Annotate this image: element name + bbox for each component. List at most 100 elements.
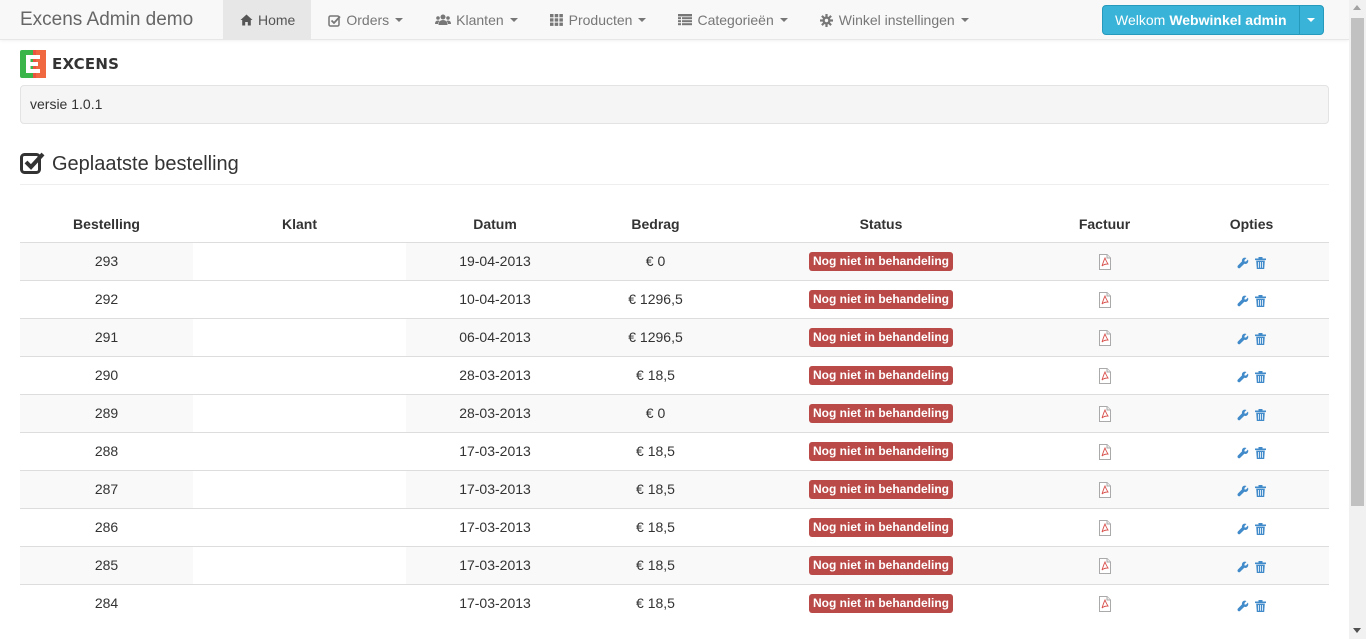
trash-icon[interactable]	[1254, 256, 1266, 270]
pdf-icon[interactable]	[1098, 557, 1111, 574]
order-datum: 17-03-2013	[406, 583, 584, 622]
col-header-bestelling[interactable]: Bestelling	[20, 204, 193, 243]
order-factuur-cell	[1035, 393, 1174, 432]
order-bedrag: € 0	[584, 241, 727, 280]
order-factuur-cell	[1035, 507, 1174, 546]
wrench-icon[interactable]	[1237, 370, 1249, 383]
order-datum: 06-04-2013	[406, 317, 584, 356]
wrench-icon[interactable]	[1237, 294, 1249, 307]
scroll-up-icon[interactable]	[1353, 5, 1361, 10]
main-nav: Home Orders Klanten Producten Categorieë…	[223, 0, 985, 40]
nav-klanten[interactable]: Klanten	[419, 0, 533, 40]
user-welcome[interactable]: Welkom Webwinkel admin	[1103, 6, 1299, 34]
col-header-klant[interactable]: Klant	[193, 204, 406, 243]
nav-winkel-instellingen[interactable]: Winkel instellingen	[804, 0, 985, 40]
table-row[interactable]: 285 17-03-2013 € 18,5 Nog niet in behandeli…	[20, 545, 1329, 584]
col-header-bedrag[interactable]: Bedrag	[584, 204, 727, 243]
table-row[interactable]: 292 10-04-2013 € 1296,5 Nog niet in behande…	[20, 279, 1329, 318]
pdf-icon[interactable]	[1098, 291, 1111, 308]
pdf-icon[interactable]	[1098, 405, 1111, 422]
status-badge: Nog niet in behandeling	[809, 289, 953, 309]
trash-icon[interactable]	[1254, 370, 1266, 384]
trash-icon[interactable]	[1254, 332, 1266, 346]
app-title[interactable]: Excens Admin demo	[20, 9, 193, 31]
vertical-scrollbar[interactable]	[1349, 0, 1366, 639]
order-bedrag: € 18,5	[584, 545, 727, 584]
wrench-icon[interactable]	[1237, 522, 1249, 535]
status-badge: Nog niet in behandeling	[809, 517, 953, 537]
wrench-icon[interactable]	[1237, 446, 1249, 459]
order-bedrag: € 18,5	[584, 469, 727, 508]
table-row[interactable]: 288 17-03-2013 € 18,5 Nog niet in behandeli…	[20, 431, 1329, 470]
col-header-status[interactable]: Status	[727, 204, 1035, 243]
order-status-cell: Nog niet in behandeling	[727, 355, 1035, 394]
wrench-icon[interactable]	[1237, 408, 1249, 421]
pdf-icon[interactable]	[1098, 443, 1111, 460]
order-factuur-cell	[1035, 431, 1174, 470]
pdf-icon[interactable]	[1098, 367, 1111, 384]
pdf-icon[interactable]	[1098, 519, 1111, 536]
status-badge: Nog niet in behandeling	[809, 593, 953, 613]
chevron-down-icon	[779, 18, 788, 22]
order-klant	[193, 317, 406, 356]
trash-icon[interactable]	[1254, 522, 1266, 536]
nav-home[interactable]: Home	[223, 0, 312, 40]
nav-orders[interactable]: Orders	[311, 0, 419, 40]
trash-icon[interactable]	[1254, 294, 1266, 308]
order-id: 284	[20, 583, 193, 622]
order-klant	[193, 469, 406, 508]
wrench-icon[interactable]	[1237, 560, 1249, 573]
wrench-icon[interactable]	[1237, 599, 1249, 611]
table-row[interactable]: 289 28-03-2013 € 0 Nog niet in behandeling	[20, 393, 1329, 432]
orders-table: Bestelling Klant Datum Bedrag Status Fac…	[20, 204, 1329, 622]
order-bedrag: € 1296,5	[584, 279, 727, 318]
pdf-icon[interactable]	[1098, 253, 1111, 270]
wrench-icon[interactable]	[1237, 484, 1249, 497]
order-status-cell: Nog niet in behandeling	[727, 431, 1035, 470]
nav-home-label: Home	[258, 12, 296, 28]
status-badge: Nog niet in behandeling	[809, 365, 953, 385]
table-row[interactable]: 286 17-03-2013 € 18,5 Nog niet in behandeli…	[20, 507, 1329, 546]
scroll-thumb[interactable]	[1351, 18, 1364, 506]
nav-klanten-label: Klanten	[456, 12, 504, 28]
wrench-icon[interactable]	[1237, 256, 1249, 269]
wrench-icon[interactable]	[1237, 332, 1249, 345]
order-id: 291	[20, 317, 193, 356]
table-row[interactable]: 290 28-03-2013 € 18,5 Nog niet in behandeli…	[20, 355, 1329, 394]
order-id: 293	[20, 241, 193, 280]
trash-icon[interactable]	[1254, 484, 1266, 498]
col-header-opties: Opties	[1174, 204, 1329, 243]
nav-categorieen[interactable]: Categorieën	[662, 0, 803, 40]
col-header-datum[interactable]: Datum	[406, 204, 584, 243]
table-row[interactable]: 287 17-03-2013 € 18,5 Nog niet in behandeli…	[20, 469, 1329, 508]
nav-producten[interactable]: Producten	[534, 0, 663, 40]
order-datum: 17-03-2013	[406, 469, 584, 508]
status-badge: Nog niet in behandeling	[809, 403, 953, 423]
chevron-down-icon	[960, 18, 969, 22]
trash-icon[interactable]	[1254, 599, 1266, 612]
trash-icon[interactable]	[1254, 408, 1266, 422]
order-opties-cell	[1174, 545, 1329, 584]
order-opties-cell	[1174, 241, 1329, 280]
table-row[interactable]: 284 17-03-2013 € 18,5 Nog niet in behandeli…	[20, 583, 1329, 622]
user-name: Webwinkel admin	[1169, 12, 1287, 28]
nav-orders-label: Orders	[346, 12, 390, 28]
user-menu-button[interactable]: Welkom Webwinkel admin	[1102, 5, 1324, 35]
user-menu-toggle[interactable]	[1298, 6, 1323, 34]
order-datum: 19-04-2013	[406, 241, 584, 280]
order-factuur-cell	[1035, 583, 1174, 622]
scroll-down-icon[interactable]	[1353, 628, 1361, 633]
table-row[interactable]: 291 06-04-2013 € 1296,5 Nog niet in behande…	[20, 317, 1329, 356]
order-opties-cell	[1174, 279, 1329, 318]
pdf-icon[interactable]	[1098, 481, 1111, 498]
pdf-icon[interactable]	[1098, 595, 1111, 612]
order-opties-cell	[1174, 469, 1329, 508]
table-header-row: Bestelling Klant Datum Bedrag Status Fac…	[20, 204, 1329, 243]
order-klant	[193, 241, 406, 280]
trash-icon[interactable]	[1254, 446, 1266, 460]
trash-icon[interactable]	[1254, 560, 1266, 574]
order-bedrag: € 0	[584, 393, 727, 432]
order-opties-cell	[1174, 355, 1329, 394]
pdf-icon[interactable]	[1098, 329, 1111, 346]
table-row[interactable]: 293 19-04-2013 € 0 Nog niet in behandeling	[20, 241, 1329, 280]
